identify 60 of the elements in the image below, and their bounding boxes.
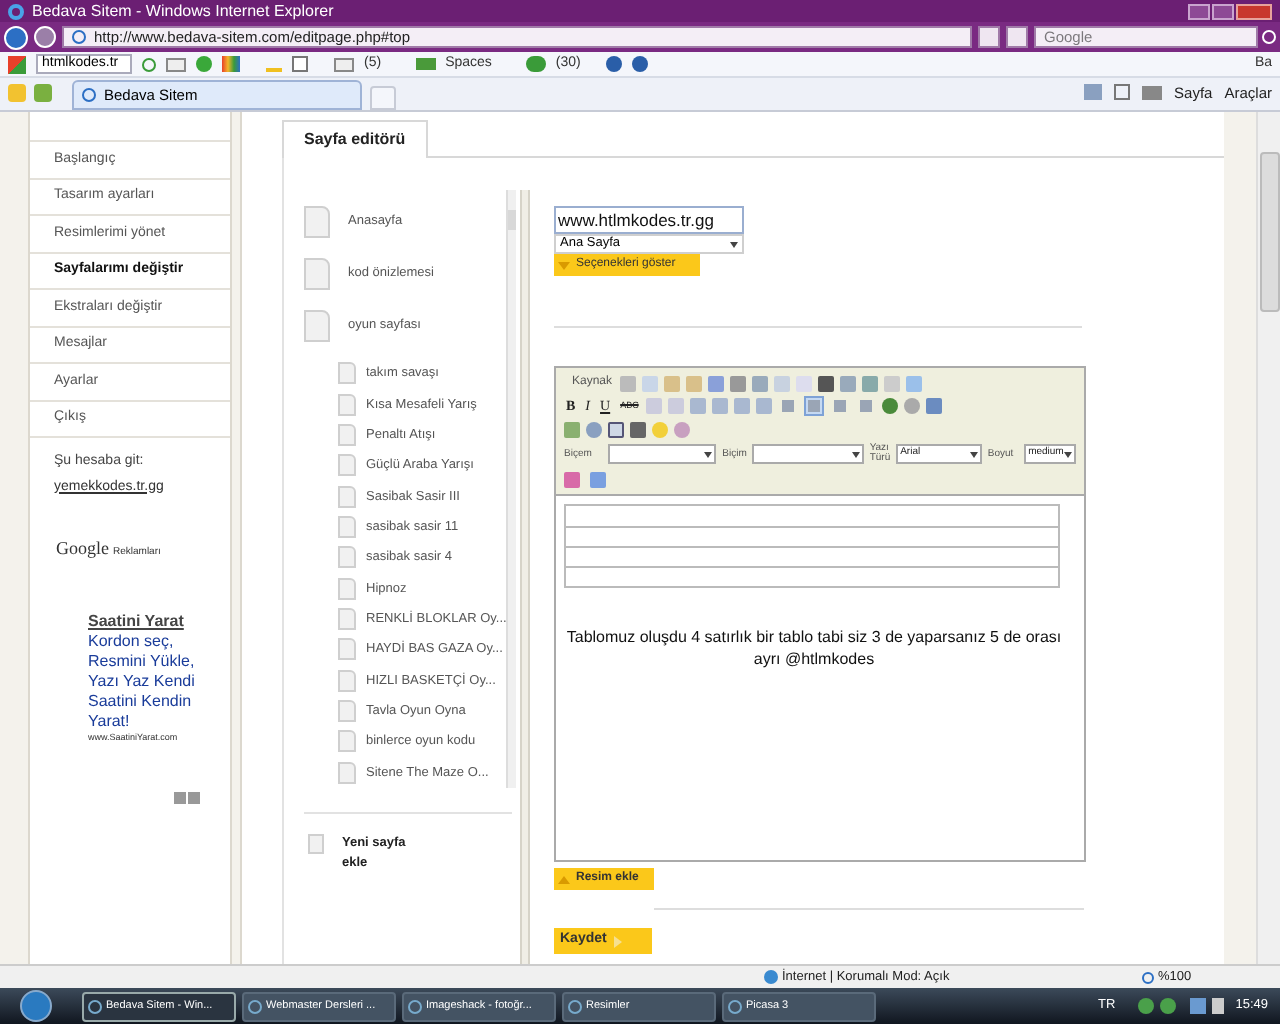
document-icon: [338, 546, 356, 569]
start-button[interactable]: [20, 990, 52, 1022]
app-icon: [408, 999, 422, 1013]
dropdown-arrow-icon: [704, 451, 713, 457]
ad-title[interactable]: Saatini Yarat: [88, 611, 230, 631]
page-icon: [82, 88, 96, 102]
document-icon: [338, 577, 356, 600]
play-icon: [614, 935, 623, 947]
justify-button[interactable]: [856, 396, 877, 416]
document-icon: [338, 393, 356, 416]
ad-text: Saatini Kendin: [88, 691, 194, 711]
back-button[interactable]: [4, 25, 28, 49]
toolbar-dropdown[interactable]: [752, 444, 864, 464]
app-icon: [88, 999, 102, 1013]
document-icon: [338, 761, 356, 784]
document-icon: [304, 258, 330, 290]
scroll-thumb[interactable]: [1260, 152, 1280, 312]
close-button[interactable]: [1236, 3, 1272, 19]
zoom-icon[interactable]: [1142, 971, 1154, 983]
document-icon: [304, 310, 330, 342]
ad-text: Kordon seç,: [88, 631, 176, 651]
app-icon: [728, 999, 742, 1013]
dropdown-arrow-icon: [851, 451, 860, 457]
editor-text: Tablomuz oluşdu 4 satırlık bir tablo tabi siz 3 de yaparsanız 5 de orası ayrı @htlmkodes: [564, 626, 1064, 670]
dropdown-arrow-icon: [730, 241, 738, 247]
google-logo: Google: [56, 536, 109, 562]
document-icon: [308, 834, 324, 854]
document-icon: [338, 485, 356, 508]
triangle-icon: [558, 261, 570, 269]
document-icon: [304, 206, 330, 238]
document-icon: [338, 608, 356, 631]
scrollbar[interactable]: [506, 190, 516, 788]
editor-tab[interactable]: Sayfa editörü: [282, 120, 428, 158]
page-icon: [72, 30, 86, 44]
new-tab-button[interactable]: [370, 86, 396, 110]
document-icon: [338, 638, 356, 661]
ad-text: Resmini Yükle,: [88, 651, 197, 671]
minimize-button[interactable]: [1188, 3, 1210, 19]
dropdown-arrow-icon: [969, 451, 978, 457]
maximize-button[interactable]: [1212, 3, 1234, 19]
globe-icon: [764, 970, 778, 984]
url-input-field[interactable]: www.htlmkodes.tr.gg: [554, 206, 744, 234]
dropdown-arrow-icon: [1063, 451, 1072, 457]
app-icon: [248, 999, 262, 1013]
app-icon: [568, 999, 582, 1013]
document-icon: [338, 362, 356, 385]
document-icon: [338, 669, 356, 692]
forward-button[interactable]: [34, 26, 56, 48]
document-icon: [338, 515, 356, 538]
document-icon: [338, 700, 356, 723]
pane-splitter[interactable]: [520, 190, 530, 964]
document-icon: [338, 454, 356, 477]
document-icon: [338, 730, 356, 753]
triangle-icon: [558, 875, 570, 883]
ad-text: Yarat!: [88, 711, 132, 731]
window-title: Bedava Sitem - Windows Internet Explorer: [32, 2, 334, 20]
page-scrollbar[interactable]: [1256, 112, 1280, 964]
ad-text: Yazı Yaz Kendi: [88, 671, 197, 691]
align-left-button[interactable]: [778, 396, 799, 416]
document-icon: [338, 423, 356, 446]
